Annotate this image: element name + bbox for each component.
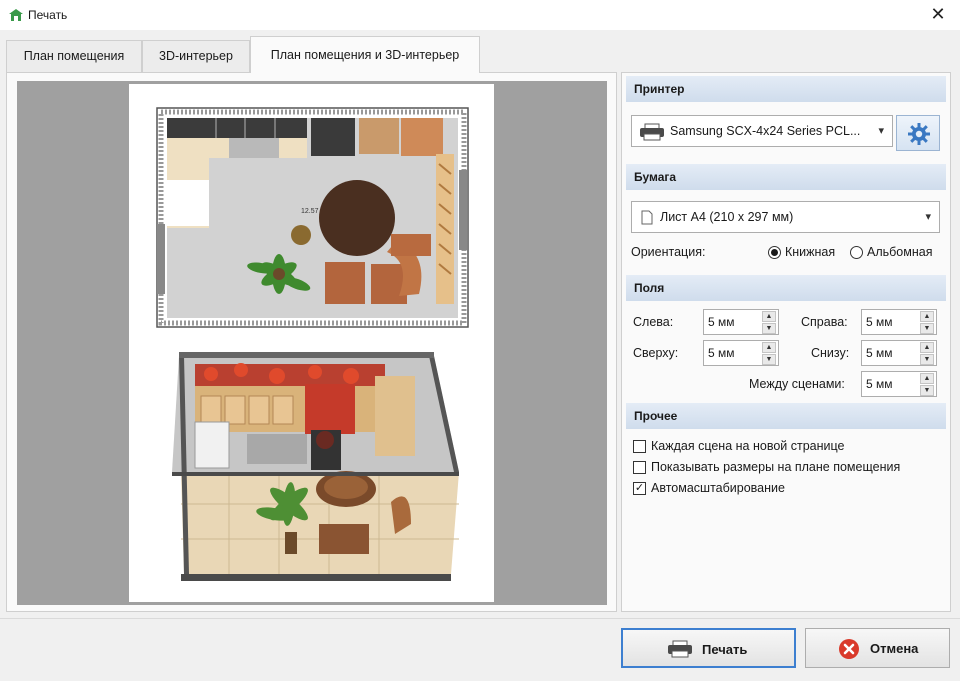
printer-icon bbox=[668, 640, 692, 658]
orientation-portrait-radio[interactable] bbox=[768, 246, 781, 259]
margin-left-value[interactable]: 5 мм bbox=[708, 315, 735, 329]
print-button-label: Печать bbox=[702, 642, 748, 657]
gear-icon bbox=[908, 123, 930, 145]
margin-right-spinner[interactable]: 5 мм ▲ ▼ bbox=[861, 309, 937, 335]
margin-between-label: Между сценами: bbox=[749, 377, 845, 391]
spin-up-icon[interactable]: ▲ bbox=[762, 342, 776, 353]
paper-sheet-icon bbox=[641, 210, 653, 225]
margin-top-label: Сверху: bbox=[633, 346, 679, 360]
autoscale-checkbox[interactable]: ✓ bbox=[633, 482, 646, 495]
printer-icon bbox=[640, 123, 664, 141]
show-dimensions-checkbox[interactable] bbox=[633, 461, 646, 474]
title-bar: Печать ✕ bbox=[0, 0, 960, 30]
footer-divider bbox=[0, 618, 960, 619]
spin-up-icon[interactable]: ▲ bbox=[920, 373, 934, 384]
spin-down-icon[interactable]: ▼ bbox=[920, 323, 934, 334]
printer-select[interactable]: Samsung SCX-4x24 Series PCL... ▾ bbox=[631, 115, 893, 147]
room-plan-drawing: 12.57 bbox=[156, 107, 469, 328]
margin-top-spinner[interactable]: 5 мм ▲ ▼ bbox=[703, 340, 779, 366]
new-page-checkbox[interactable] bbox=[633, 440, 646, 453]
app-icon bbox=[9, 9, 23, 21]
preview-background: 12.57 bbox=[17, 81, 607, 605]
margin-bottom-label: Снизу: bbox=[811, 346, 850, 360]
cancel-button-label: Отмена bbox=[870, 641, 919, 656]
orientation-portrait-label[interactable]: Книжная bbox=[785, 245, 835, 259]
plan-dimension-label: 12.57 bbox=[301, 208, 319, 215]
spin-down-icon[interactable]: ▼ bbox=[920, 354, 934, 365]
close-button[interactable]: ✕ bbox=[928, 4, 948, 24]
margin-bottom-spinner[interactable]: 5 мм ▲ ▼ bbox=[861, 340, 937, 366]
spin-up-icon[interactable]: ▲ bbox=[920, 342, 934, 353]
margin-bottom-value[interactable]: 5 мм bbox=[866, 346, 893, 360]
preview-page: 12.57 bbox=[129, 84, 494, 602]
autoscale-checkbox-label[interactable]: Автомасштабирование bbox=[651, 481, 785, 495]
margin-right-value[interactable]: 5 мм bbox=[866, 315, 893, 329]
orientation-landscape-radio[interactable] bbox=[850, 246, 863, 259]
spin-down-icon[interactable]: ▼ bbox=[762, 354, 776, 365]
preview-illustration: 12.57 bbox=[156, 107, 469, 581]
spin-up-icon[interactable]: ▲ bbox=[762, 311, 776, 322]
margin-between-value[interactable]: 5 мм bbox=[866, 377, 893, 391]
spin-up-icon[interactable]: ▲ bbox=[920, 311, 934, 322]
cancel-icon bbox=[839, 639, 859, 659]
margin-between-spinner[interactable]: 5 мм ▲ ▼ bbox=[861, 371, 937, 397]
margins-section-header: Поля bbox=[626, 275, 946, 301]
other-section-header: Прочее bbox=[626, 403, 946, 429]
spin-down-icon[interactable]: ▼ bbox=[762, 323, 776, 334]
chevron-down-icon: ▾ bbox=[878, 125, 884, 137]
margin-top-value[interactable]: 5 мм bbox=[708, 346, 735, 360]
print-button[interactable]: Печать bbox=[621, 628, 796, 668]
margin-left-label: Слева: bbox=[633, 315, 674, 329]
tab-room-plan[interactable]: План помещения bbox=[6, 40, 142, 72]
printer-section-header: Принтер bbox=[626, 76, 946, 102]
margin-left-spinner[interactable]: 5 мм ▲ ▼ bbox=[703, 309, 779, 335]
window-title: Печать bbox=[28, 8, 68, 22]
tab-3d-interior[interactable]: 3D-интерьер bbox=[142, 40, 250, 72]
paper-size-value: Лист A4 (210 x 297 мм) bbox=[660, 210, 794, 224]
spin-down-icon[interactable]: ▼ bbox=[920, 385, 934, 396]
tab-plan-and-3d[interactable]: План помещения и 3D-интерьер bbox=[250, 36, 480, 73]
3d-interior-drawing bbox=[172, 352, 459, 581]
paper-size-select[interactable]: Лист A4 (210 x 297 мм) ▾ bbox=[631, 201, 940, 233]
chevron-down-icon: ▾ bbox=[925, 211, 931, 223]
paper-section-header: Бумага bbox=[626, 164, 946, 190]
print-preview-panel: 12.57 bbox=[6, 72, 617, 612]
orientation-landscape-label[interactable]: Альбомная bbox=[867, 245, 932, 259]
show-dimensions-checkbox-label[interactable]: Показывать размеры на плане помещения bbox=[651, 460, 900, 474]
print-settings-panel: Принтер Samsung SCX-4x24 Series PCL... ▾… bbox=[621, 72, 951, 612]
new-page-checkbox-label[interactable]: Каждая сцена на новой странице bbox=[651, 439, 844, 453]
cancel-button[interactable]: Отмена bbox=[805, 628, 950, 668]
printer-select-value: Samsung SCX-4x24 Series PCL... bbox=[670, 124, 861, 138]
margin-right-label: Справа: bbox=[801, 315, 848, 329]
printer-settings-button[interactable] bbox=[896, 115, 940, 151]
orientation-label: Ориентация: bbox=[631, 245, 706, 259]
